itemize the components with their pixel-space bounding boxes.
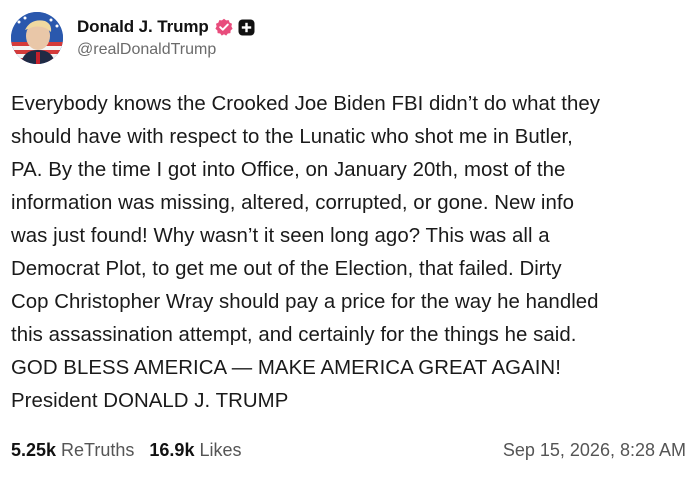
- likes-count: 16.9k: [149, 439, 195, 460]
- name-row: Donald J. Trump: [77, 16, 255, 38]
- retruths-count: 5.25k: [11, 439, 57, 460]
- author-block: Donald J. Trump @realDonaldTrump: [77, 16, 255, 59]
- avatar-portrait-icon: [11, 12, 63, 64]
- plus-badge-icon: [238, 19, 255, 36]
- likes-label: Likes: [199, 439, 242, 460]
- avatar[interactable]: [11, 12, 63, 64]
- post-header: Donald J. Trump @realDonaldTrump: [11, 12, 255, 64]
- retruths-label: ReTruths: [61, 439, 135, 460]
- retruths-stat[interactable]: 5.25k ReTruths: [11, 440, 134, 461]
- post-timestamp[interactable]: Sep 15, 2026, 8:28 AM: [503, 440, 686, 461]
- verified-badge-icon: [215, 18, 233, 36]
- post-card: Donald J. Trump @realDonaldTrump Everybo…: [0, 0, 700, 478]
- likes-stat[interactable]: 16.9k Likes: [149, 440, 241, 461]
- post-text: Everybody knows the Crooked Joe Biden FB…: [11, 93, 601, 412]
- display-name[interactable]: Donald J. Trump: [77, 17, 209, 37]
- post-footer: 5.25k ReTruths 16.9k Likes Sep 15, 2026,…: [11, 437, 686, 463]
- handle[interactable]: @realDonaldTrump: [77, 41, 255, 59]
